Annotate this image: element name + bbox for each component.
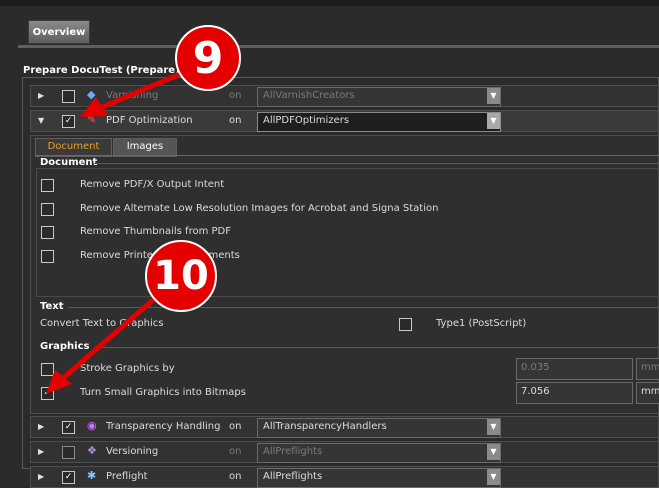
annotation-arrows (46, 69, 188, 394)
callout-marker-9: 9 (175, 25, 241, 91)
arrow-line-9 (97, 69, 188, 111)
callout-marker-10: 10 (145, 240, 217, 312)
arrow-line-10 (59, 291, 163, 382)
